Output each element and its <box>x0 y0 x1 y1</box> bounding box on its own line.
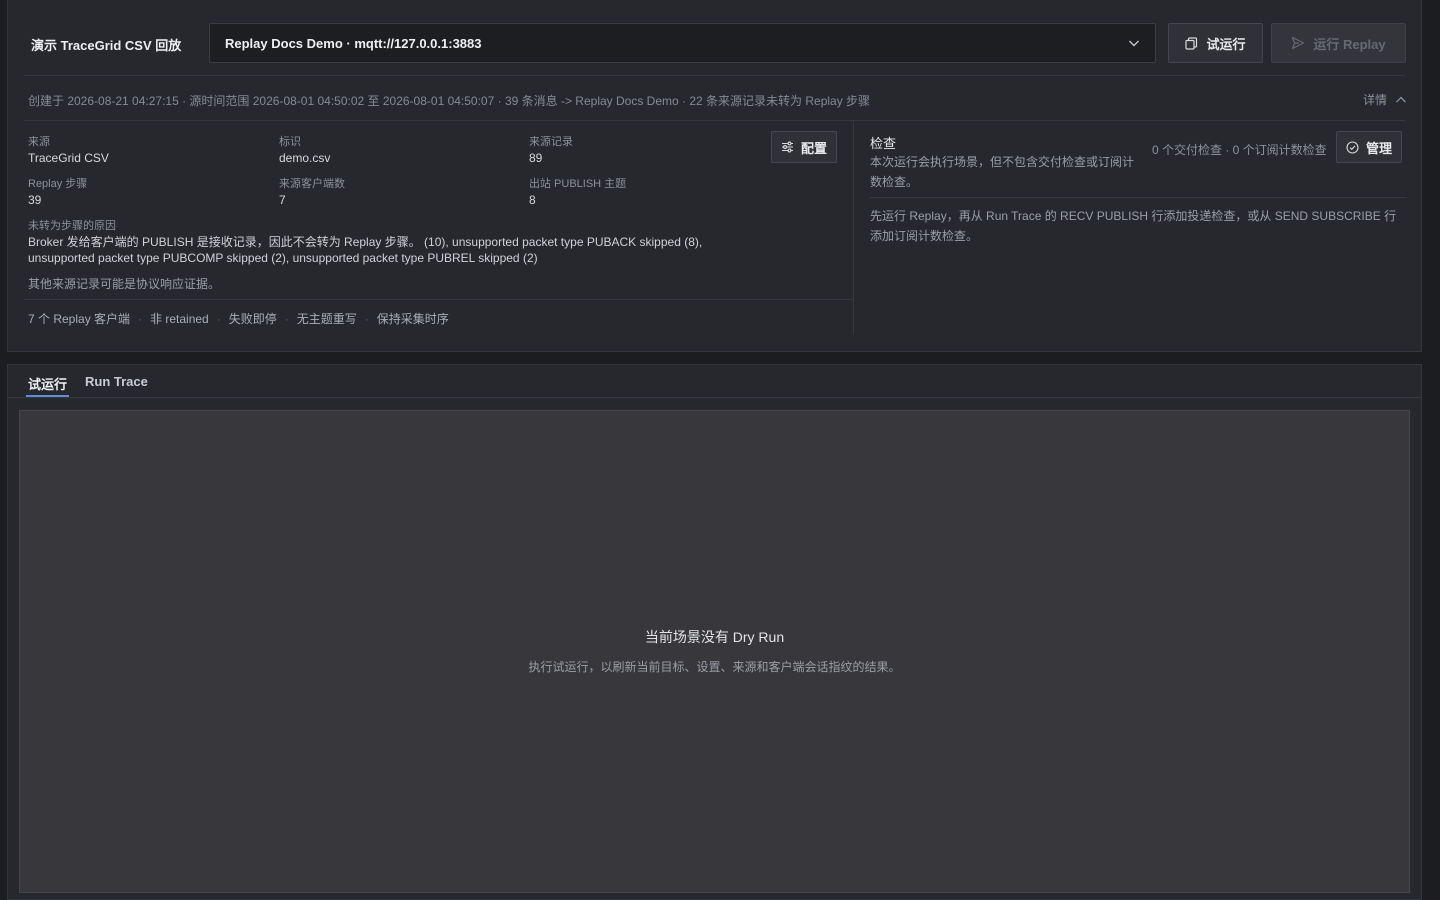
chevron-down-icon <box>1128 37 1140 49</box>
details-label: 详情 <box>1362 93 1387 107</box>
clients-value: 7 <box>279 193 286 207</box>
scenario-title: 演示 TraceGrid CSV 回放 <box>31 38 182 53</box>
chevron-up-icon <box>1395 94 1407 106</box>
reason-note: 其他来源记录可能是协议响应证据。 <box>28 277 221 291</box>
id-value: demo.csv <box>279 151 331 165</box>
replay-options: 7 个 Replay 客户端 · 非 retained · 失败即停 · 无主题… <box>28 310 449 327</box>
steps-label: Replay 步骤 <box>28 178 88 190</box>
source-label: 来源 <box>28 136 50 148</box>
chip-separator: · <box>138 311 143 326</box>
chip-separator: · <box>364 311 369 326</box>
empty-state-description: 执行试运行，以刷新当前目标、设置、来源和客户端会话指纹的结果。 <box>528 660 901 674</box>
chip-separator: · <box>284 311 289 326</box>
reason-label: 未转为步骤的原因 <box>28 220 116 232</box>
send-icon <box>1291 36 1305 50</box>
details-toggle[interactable]: 详情 <box>1363 91 1407 108</box>
target-select-value: Replay Docs Demo · mqtt://127.0.0.1:3883 <box>225 35 482 51</box>
scenario-summary: 创建于 2026-08-21 04:27:15 · 源时间范围 2026-08-… <box>28 94 871 108</box>
id-label: 标识 <box>279 136 301 148</box>
manage-button[interactable]: 管理 <box>1336 131 1402 163</box>
checks-title: 检查 <box>870 136 897 151</box>
dry-run-label: 试运行 <box>1206 36 1246 52</box>
option-chip: 失败即停 <box>228 312 277 326</box>
config-label: 配置 <box>800 140 827 156</box>
run-replay-button[interactable]: 运行 Replay <box>1271 23 1406 63</box>
tab-bar: 试运行 Run Trace <box>8 365 1421 398</box>
scenario-toolbar: 演示 TraceGrid CSV 回放 Replay Docs Demo · m… <box>8 0 1421 76</box>
dry-run-empty-state: 当前场景没有 Dry Run 执行试运行，以刷新当前目标、设置、来源和客户端会话… <box>19 410 1410 893</box>
reason-text: Broker 发给客户端的 PUBLISH 是接收记录，因此不会转为 Repla… <box>28 235 703 265</box>
option-chip: 非 retained <box>150 312 209 326</box>
steps-value: 39 <box>28 193 42 207</box>
checks-hint: 先运行 Replay，再从 Run Trace 的 RECV PUBLISH 行… <box>870 209 1397 243</box>
sliders-icon <box>781 141 794 153</box>
scenario-panel: 演示 TraceGrid CSV 回放 Replay Docs Demo · m… <box>7 0 1422 352</box>
empty-state-title: 当前场景没有 Dry Run <box>644 629 785 645</box>
clients-label: 来源客户端数 <box>279 178 345 190</box>
active-tab-indicator <box>26 395 69 397</box>
manage-label: 管理 <box>1365 140 1392 156</box>
target-select[interactable]: Replay Docs Demo · mqtt://127.0.0.1:3883 <box>209 23 1156 63</box>
topics-label: 出站 PUBLISH 主题 <box>529 178 627 190</box>
records-label: 来源记录 <box>529 136 573 148</box>
results-panel: 试运行 Run Trace 当前场景没有 Dry Run 执行试运行，以刷新当前… <box>7 364 1422 900</box>
divider <box>870 197 1407 198</box>
source-value: TraceGrid CSV <box>28 151 109 165</box>
topics-value: 8 <box>529 193 536 207</box>
check-circle-icon <box>1346 140 1359 154</box>
option-chip: 保持采集时序 <box>376 312 449 326</box>
chip-separator: · <box>216 311 221 326</box>
option-chip: 7 个 Replay 客户端 <box>28 312 131 326</box>
option-chip: 无主题重写 <box>296 312 357 326</box>
column-divider <box>853 122 854 334</box>
config-button[interactable]: 配置 <box>771 131 837 163</box>
tab-dry-run[interactable]: 试运行 <box>28 374 67 393</box>
tab-run-trace[interactable]: Run Trace <box>85 374 148 389</box>
divider <box>24 120 1405 121</box>
dry-run-button[interactable]: 试运行 <box>1168 23 1263 63</box>
checks-description: 本次运行会执行场景，但不包含交付检查或订阅计数检查。 <box>870 155 1135 189</box>
records-value: 89 <box>529 151 543 165</box>
checks-counts: 0 个交付检查 · 0 个订阅计数检查 <box>1152 143 1327 157</box>
divider <box>24 75 1405 76</box>
copy-icon <box>1185 36 1198 50</box>
divider <box>24 299 853 300</box>
run-replay-label: 运行 Replay <box>1313 36 1386 52</box>
